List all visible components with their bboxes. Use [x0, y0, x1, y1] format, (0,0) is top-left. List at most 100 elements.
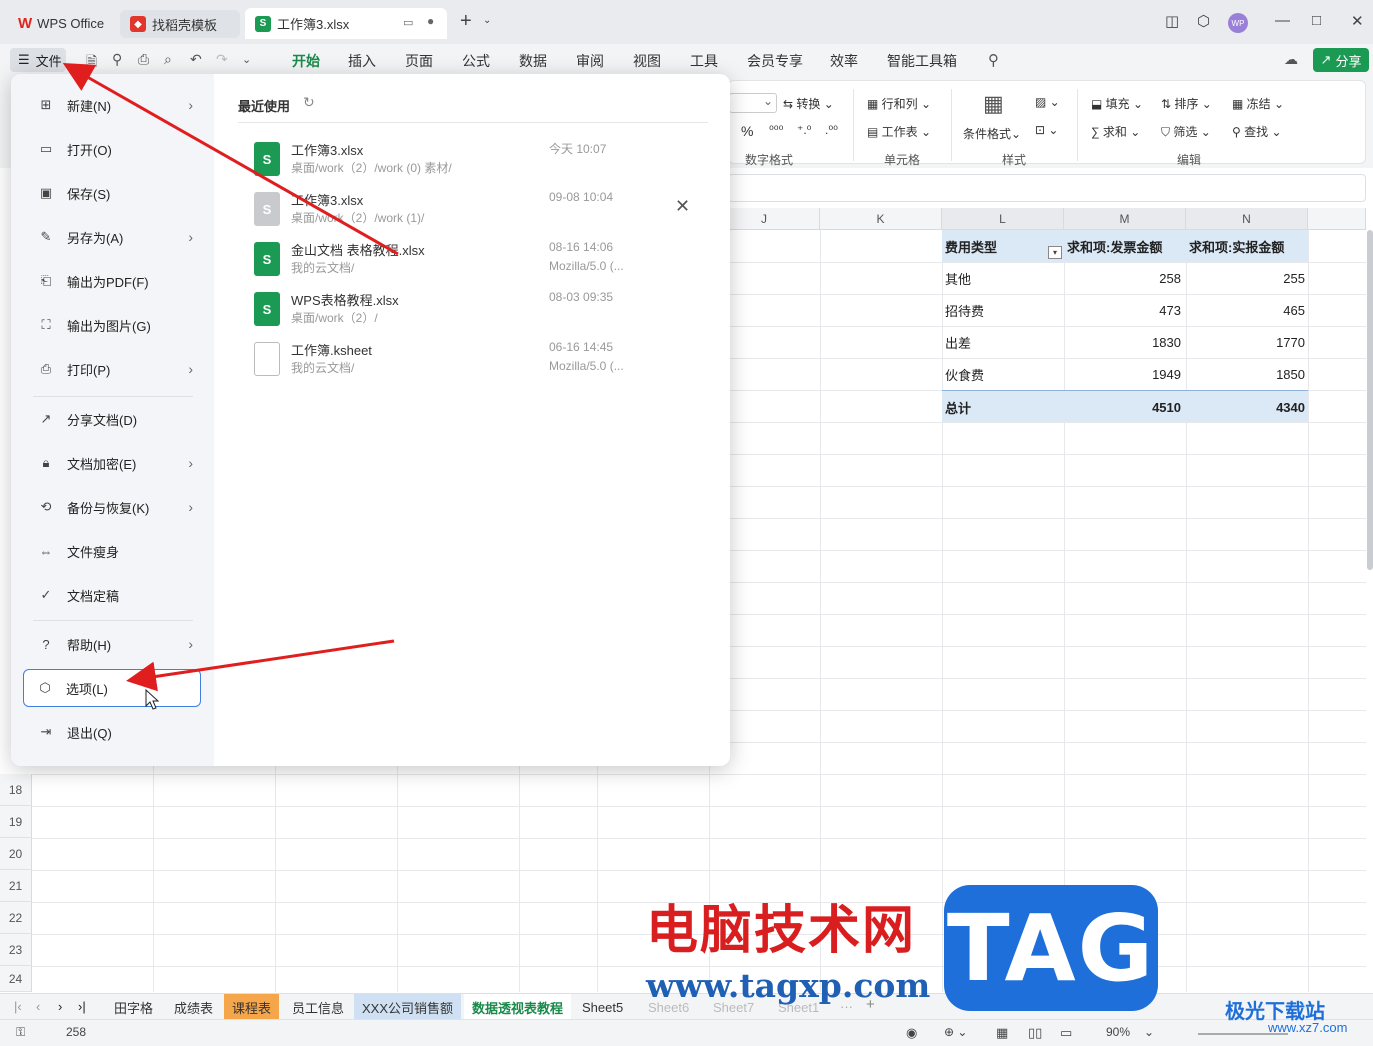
- cell-style-icon[interactable]: ▨ ⌄: [1035, 95, 1060, 109]
- zoom-dropdown-icon[interactable]: ⌄: [1144, 1025, 1154, 1039]
- menu-item-options[interactable]: ⬡ 选项(L): [23, 669, 201, 707]
- pivot-cell-type[interactable]: 招待费: [942, 294, 987, 326]
- pivot-cell-invoice[interactable]: 1949: [1149, 358, 1184, 390]
- chevron-down-icon[interactable]: ⌄: [483, 15, 491, 26]
- pivot-cell-reported[interactable]: 255: [1280, 262, 1308, 294]
- remove-close-icon[interactable]: ✕: [675, 196, 690, 217]
- pivot-cell-type[interactable]: 伙食费: [942, 358, 987, 390]
- layout-icon[interactable]: ◫: [1165, 12, 1179, 30]
- tab-wps-office[interactable]: W WPS Office: [8, 8, 115, 39]
- recent-file[interactable]: 工作簿.ksheet 我的云文档/ 06-16 14:45 Mozilla/5.…: [251, 340, 711, 386]
- tab-smart-tools[interactable]: 智能工具箱: [887, 51, 957, 71]
- vertical-scrollbar[interactable]: [1367, 230, 1373, 570]
- column-header[interactable]: M: [1064, 208, 1186, 230]
- menu-item-open[interactable]: ▭ 打开(O): [25, 130, 201, 168]
- menu-item-help[interactable]: ? 帮助(H) ›: [25, 625, 201, 663]
- sheet-tab[interactable]: XXX公司销售额: [354, 994, 462, 1020]
- menu-item-exit[interactable]: ⇥ 退出(Q): [25, 713, 201, 751]
- first-sheet-icon[interactable]: |‹: [14, 999, 22, 1014]
- refresh-icon[interactable]: ↻: [303, 94, 315, 111]
- row-header[interactable]: 20: [0, 838, 32, 870]
- print-preview-icon[interactable]: ⌕: [164, 51, 172, 68]
- eye-icon[interactable]: ◉: [906, 1025, 917, 1041]
- fill-button[interactable]: ⬓ 填充 ⌄: [1091, 95, 1143, 112]
- freeze-button[interactable]: ▦ 冻结 ⌄: [1232, 95, 1284, 112]
- more-chevron-icon[interactable]: ⌄: [242, 53, 251, 66]
- menu-item-print[interactable]: ⎙ 打印(P) ›: [25, 350, 201, 388]
- increase-decimal-icon[interactable]: ⁺.⁰: [797, 123, 811, 137]
- recent-file[interactable]: S 工作簿3.xlsx 桌面/work（2）/work (1)/ 09-08 1…: [251, 190, 711, 236]
- column-header[interactable]: K: [820, 208, 942, 230]
- row-col-button[interactable]: ▦ 行和列 ⌄: [867, 95, 931, 112]
- row-header[interactable]: 18: [0, 774, 32, 806]
- sheet-tab[interactable]: 课程表: [224, 994, 280, 1020]
- sort-button[interactable]: ⇅ 排序 ⌄: [1161, 95, 1212, 112]
- row-header[interactable]: 24: [0, 966, 32, 992]
- pivot-total-reported[interactable]: 4340: [1273, 391, 1308, 423]
- row-header[interactable]: 19: [0, 806, 32, 838]
- tab-page[interactable]: 页面: [405, 51, 433, 71]
- minimize-icon[interactable]: —: [1275, 12, 1290, 29]
- menu-item-save-as[interactable]: ✎ 另存为(A) ›: [25, 218, 201, 256]
- cloud-icon[interactable]: ☁: [1284, 51, 1298, 68]
- new-tab-plus-icon[interactable]: +: [460, 10, 472, 33]
- conditional-format-icon[interactable]: ▦: [983, 91, 1004, 117]
- row-header[interactable]: 22: [0, 902, 32, 934]
- page-break-icon[interactable]: ▭: [1060, 1025, 1072, 1041]
- tab-formula[interactable]: 公式: [462, 51, 490, 71]
- pivot-cell-invoice[interactable]: 1830: [1149, 326, 1184, 358]
- sheet-tab[interactable]: 员工信息: [284, 994, 352, 1020]
- pivot-cell-invoice[interactable]: 473: [1156, 294, 1184, 326]
- recent-file[interactable]: S 金山文档 表格教程.xlsx 我的云文档/ 08-16 14:06 Mozi…: [251, 240, 711, 286]
- avatar[interactable]: WP: [1228, 13, 1248, 33]
- conditional-format-button[interactable]: 条件格式⌄: [963, 125, 1021, 142]
- zoom-level[interactable]: 90%: [1106, 1025, 1130, 1039]
- tab-review[interactable]: 审阅: [576, 51, 604, 71]
- tab-template[interactable]: ◆ 找稻壳模板: [120, 10, 240, 38]
- menu-item-finalize[interactable]: ✓ 文档定稿: [25, 576, 201, 614]
- row-header[interactable]: 21: [0, 870, 32, 902]
- pivot-header-invoice[interactable]: 求和项:发票金额: [1064, 230, 1165, 262]
- pivot-total-label[interactable]: 总计: [942, 391, 974, 423]
- tab-member[interactable]: 会员专享: [747, 51, 803, 71]
- pivot-cell-reported[interactable]: 1850: [1273, 358, 1308, 390]
- pivot-cell-type[interactable]: 出差: [942, 326, 974, 358]
- number-format-select[interactable]: ⌄: [729, 93, 777, 113]
- crosshair-icon[interactable]: ⊕ ⌄: [944, 1025, 967, 1039]
- sheet-button[interactable]: ▤ 工作表 ⌄: [867, 123, 931, 140]
- page-layout-icon[interactable]: ▯▯: [1028, 1025, 1042, 1041]
- tab-efficiency[interactable]: 效率: [830, 51, 858, 71]
- pivot-header-type[interactable]: 费用类型: [942, 230, 1000, 262]
- sheet-tab[interactable]: 数据透视表教程: [464, 994, 572, 1020]
- save-icon[interactable]: 🗎: [86, 51, 97, 75]
- decrease-decimal-icon[interactable]: .⁰⁰: [825, 123, 838, 137]
- menu-item-save[interactable]: ▣ 保存(S): [25, 174, 201, 212]
- tab-view[interactable]: 视图: [633, 51, 661, 71]
- column-header[interactable]: N: [1186, 208, 1308, 230]
- pivot-header-reported[interactable]: 求和项:实报金额: [1186, 230, 1287, 262]
- menu-item-share[interactable]: ↗ 分享文档(D): [25, 400, 201, 438]
- thousands-icon[interactable]: ⁰⁰⁰: [769, 123, 783, 137]
- search-icon[interactable]: ⚲: [988, 51, 999, 69]
- menu-item-encrypt[interactable]: 🔒︎ 文档加密(E) ›: [25, 444, 201, 482]
- filter-dropdown-icon[interactable]: ▾: [1048, 246, 1062, 259]
- pivot-cell-reported[interactable]: 465: [1280, 294, 1308, 326]
- recent-file[interactable]: S WPS表格教程.xlsx 桌面/work（2）/ 08-03 09:35: [251, 290, 711, 336]
- tab-tools[interactable]: 工具: [690, 51, 718, 71]
- tab-insert[interactable]: 插入: [348, 51, 376, 71]
- column-header[interactable]: [1308, 208, 1366, 230]
- close-icon[interactable]: ✕: [1351, 12, 1364, 30]
- pivot-total-invoice[interactable]: 4510: [1149, 391, 1184, 423]
- sheet-tab[interactable]: Sheet5: [574, 994, 631, 1020]
- pivot-cell-reported[interactable]: 1770: [1273, 326, 1308, 358]
- tab-workbook[interactable]: S 工作簿3.xlsx ▭ ●: [245, 8, 447, 39]
- maximize-icon[interactable]: □: [1312, 12, 1321, 29]
- menu-item-backup[interactable]: ⟲ 备份与恢复(K) ›: [25, 488, 201, 526]
- link-icon[interactable]: ⚲: [112, 51, 122, 68]
- filter-button[interactable]: ⛉ 筛选 ⌄: [1161, 123, 1211, 140]
- table-format-icon[interactable]: ⊡ ⌄: [1035, 123, 1058, 137]
- undo-icon[interactable]: ↶: [190, 51, 202, 68]
- tab-start[interactable]: 开始: [292, 51, 320, 76]
- row-header[interactable]: 23: [0, 934, 32, 966]
- convert-button[interactable]: ⇆ 转换 ⌄: [783, 95, 834, 112]
